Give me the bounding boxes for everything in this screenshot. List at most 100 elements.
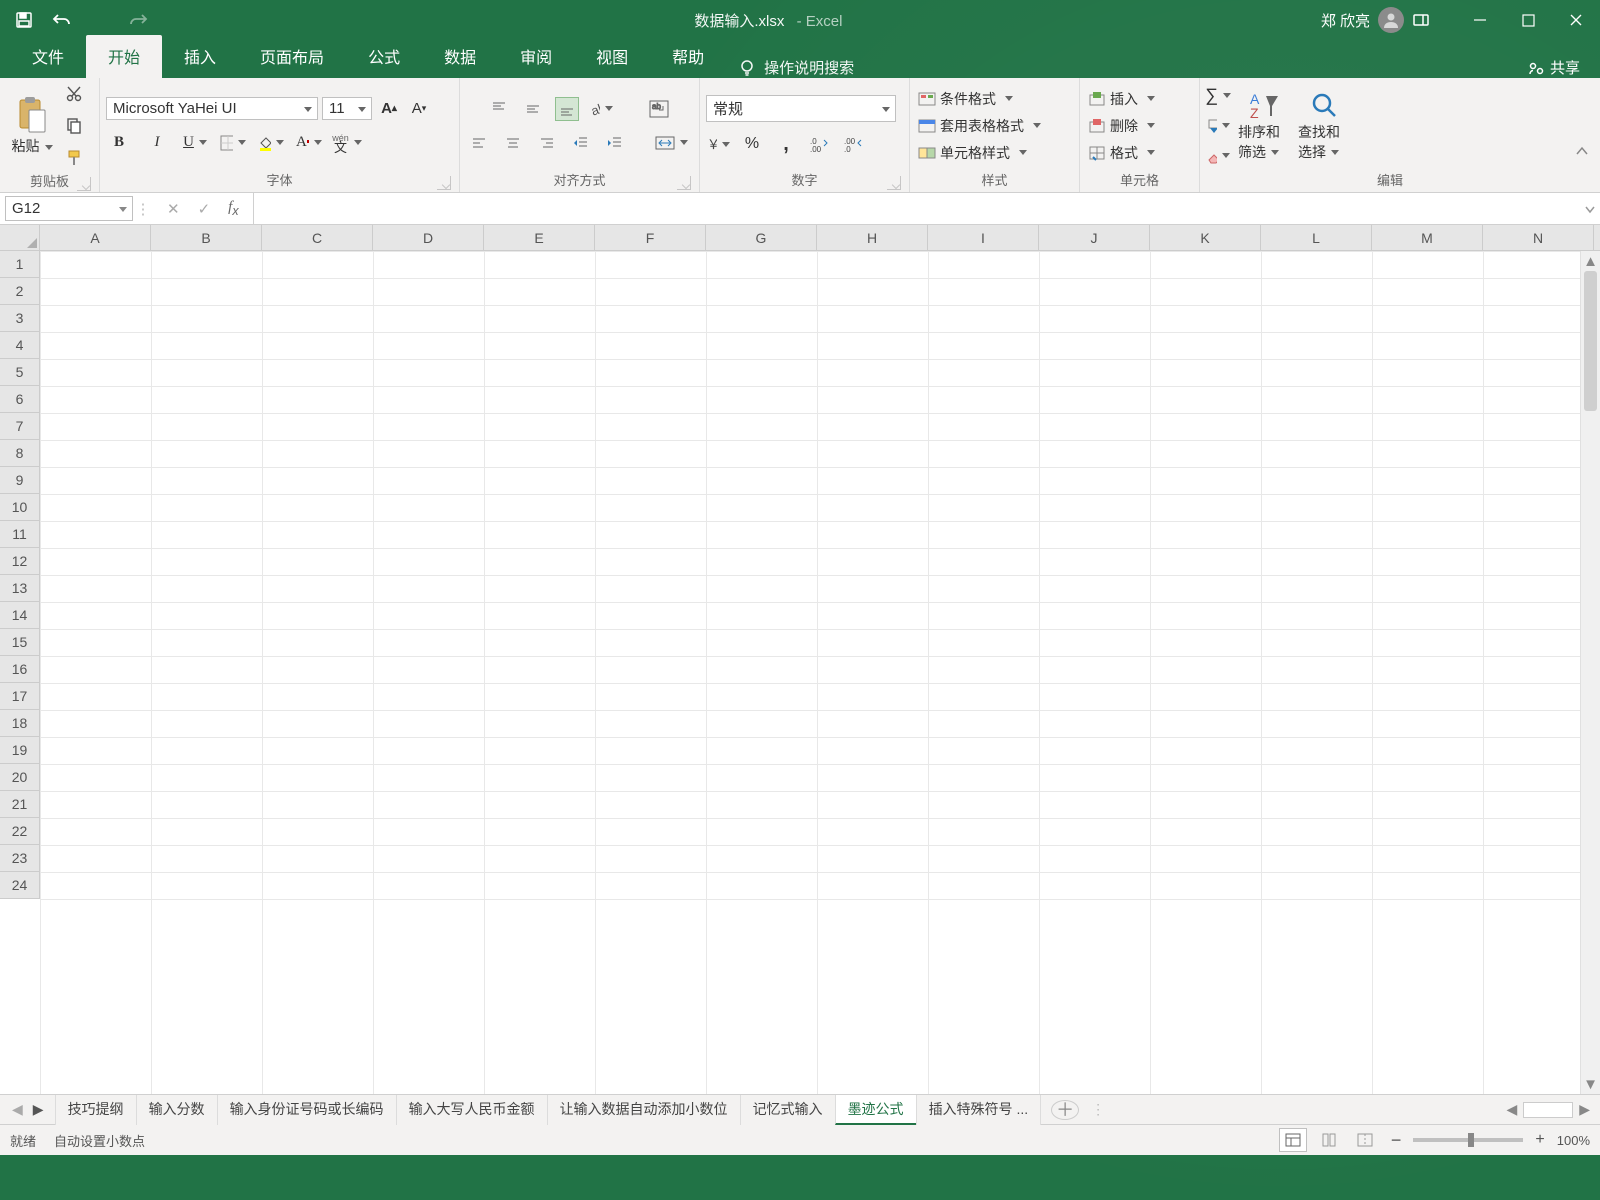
tab-页面布局[interactable]: 页面布局	[238, 35, 346, 78]
row-header-20[interactable]: 20	[0, 764, 39, 791]
col-header-B[interactable]: B	[151, 225, 262, 250]
user-avatar[interactable]	[1378, 7, 1404, 33]
cut-button[interactable]	[62, 82, 86, 106]
sheet-tab-0[interactable]: 技巧提纲	[55, 1095, 137, 1125]
conditional-format-button[interactable]: 条件格式	[916, 88, 1015, 110]
row-header-21[interactable]: 21	[0, 791, 39, 818]
horizontal-scrollbar[interactable]: ◀ ▶	[1504, 1101, 1600, 1118]
delete-cells-button[interactable]: 删除	[1086, 115, 1157, 137]
user-name[interactable]: 郑 欣亮	[1321, 10, 1370, 31]
row-header-23[interactable]: 23	[0, 845, 39, 872]
zoom-thumb[interactable]	[1468, 1133, 1474, 1147]
tell-me[interactable]: 操作说明搜索	[764, 57, 854, 78]
minimize-button[interactable]	[1456, 2, 1504, 38]
increase-font-button[interactable]: A▴	[376, 97, 402, 121]
align-bottom-button[interactable]	[555, 97, 579, 121]
zoom-in-button[interactable]: +	[1531, 1131, 1548, 1149]
col-header-I[interactable]: I	[928, 225, 1039, 250]
sort-filter-button[interactable]: AZ 排序和筛选	[1238, 90, 1290, 162]
tab-公式[interactable]: 公式	[346, 35, 422, 78]
decrease-font-button[interactable]: A▾	[406, 97, 432, 121]
row-header-10[interactable]: 10	[0, 494, 39, 521]
zoom-slider[interactable]	[1413, 1138, 1523, 1142]
worksheet-grid[interactable]: ABCDEFGHIJKLMN 1234567891011121314151617…	[0, 225, 1600, 1095]
font-name-combo[interactable]: Microsoft YaHei UI	[106, 97, 318, 120]
decrease-decimal-button[interactable]: .00.0	[842, 132, 866, 156]
close-button[interactable]	[1552, 2, 1600, 38]
col-header-G[interactable]: G	[706, 225, 817, 250]
format-cells-button[interactable]: 格式	[1086, 142, 1157, 164]
wrap-text-button[interactable]: ab	[645, 98, 673, 120]
row-header-22[interactable]: 22	[0, 818, 39, 845]
tab-文件[interactable]: 文件	[10, 35, 86, 78]
row-header-18[interactable]: 18	[0, 710, 39, 737]
col-header-A[interactable]: A	[40, 225, 151, 250]
merge-center-button[interactable]	[651, 133, 692, 153]
align-dialog-launcher[interactable]	[677, 176, 691, 190]
hscroll-left[interactable]: ◀	[1504, 1101, 1519, 1118]
tab-数据[interactable]: 数据	[422, 35, 498, 78]
ribbon-display-options[interactable]	[1412, 13, 1452, 27]
share-button[interactable]: 共享	[1528, 57, 1580, 78]
italic-button[interactable]: I	[144, 131, 170, 155]
tab-开始[interactable]: 开始	[86, 35, 162, 78]
vscroll-thumb[interactable]	[1584, 271, 1597, 411]
clipboard-dialog-launcher[interactable]	[77, 177, 91, 191]
name-box[interactable]: G12	[5, 196, 133, 221]
font-size-combo[interactable]: 11	[322, 97, 372, 120]
align-top-button[interactable]	[487, 97, 511, 121]
save-button[interactable]	[6, 2, 42, 38]
comma-button[interactable]: ,	[774, 132, 798, 156]
align-center-button[interactable]	[501, 131, 525, 155]
tab-插入[interactable]: 插入	[162, 35, 238, 78]
page-layout-view-button[interactable]	[1315, 1128, 1343, 1152]
font-color-button[interactable]: A	[296, 131, 322, 155]
find-select-button[interactable]: 查找和选择	[1298, 90, 1350, 162]
copy-button[interactable]	[62, 114, 86, 138]
collapse-ribbon-button[interactable]	[1570, 139, 1594, 163]
decrease-indent-button[interactable]	[569, 131, 593, 155]
sheet-tab-5[interactable]: 记忆式输入	[740, 1095, 836, 1125]
sheet-tab-1[interactable]: 输入分数	[136, 1095, 218, 1125]
sheet-tab-menu[interactable]: ⋮	[1091, 1101, 1105, 1118]
row-header-3[interactable]: 3	[0, 305, 39, 332]
sheet-tab-3[interactable]: 输入大写人民币金额	[396, 1095, 548, 1125]
col-header-D[interactable]: D	[373, 225, 484, 250]
expand-formula-bar[interactable]	[1580, 193, 1600, 224]
tab-视图[interactable]: 视图	[574, 35, 650, 78]
hscroll-right[interactable]: ▶	[1577, 1101, 1592, 1118]
row-header-12[interactable]: 12	[0, 548, 39, 575]
paste-button[interactable]: 粘贴	[6, 96, 58, 156]
align-left-button[interactable]	[467, 131, 491, 155]
row-header-5[interactable]: 5	[0, 359, 39, 386]
sheet-tab-7[interactable]: 插入特殊符号 ...	[916, 1095, 1042, 1125]
redo-dropdown[interactable]	[158, 2, 194, 38]
col-header-F[interactable]: F	[595, 225, 706, 250]
align-right-button[interactable]	[535, 131, 559, 155]
sheet-tab-4[interactable]: 让输入数据自动添加小数位	[547, 1095, 741, 1125]
format-as-table-button[interactable]: 套用表格格式	[916, 115, 1043, 137]
row-header-2[interactable]: 2	[0, 278, 39, 305]
row-header-1[interactable]: 1	[0, 251, 39, 278]
row-header-11[interactable]: 11	[0, 521, 39, 548]
col-header-N[interactable]: N	[1483, 225, 1594, 250]
font-dialog-launcher[interactable]	[437, 176, 451, 190]
fill-color-button[interactable]	[258, 131, 284, 155]
row-header-17[interactable]: 17	[0, 683, 39, 710]
new-sheet-button[interactable]: ＋	[1051, 1100, 1079, 1120]
col-header-M[interactable]: M	[1372, 225, 1483, 250]
row-header-13[interactable]: 13	[0, 575, 39, 602]
phonetic-button[interactable]: wén文	[334, 131, 360, 155]
zoom-level[interactable]: 100%	[1557, 1133, 1590, 1148]
row-header-19[interactable]: 19	[0, 737, 39, 764]
number-dialog-launcher[interactable]	[887, 176, 901, 190]
sheet-tab-6[interactable]: 墨迹公式	[835, 1095, 917, 1125]
select-all-corner[interactable]	[0, 225, 40, 250]
row-header-6[interactable]: 6	[0, 386, 39, 413]
sheet-tab-2[interactable]: 输入身份证号码或长编码	[217, 1095, 397, 1125]
insert-cells-button[interactable]: 插入	[1086, 88, 1157, 110]
row-header-8[interactable]: 8	[0, 440, 39, 467]
increase-indent-button[interactable]	[603, 131, 627, 155]
name-box-menu[interactable]: ⋮	[133, 193, 153, 224]
scroll-down-button[interactable]: ▼	[1581, 1074, 1600, 1094]
